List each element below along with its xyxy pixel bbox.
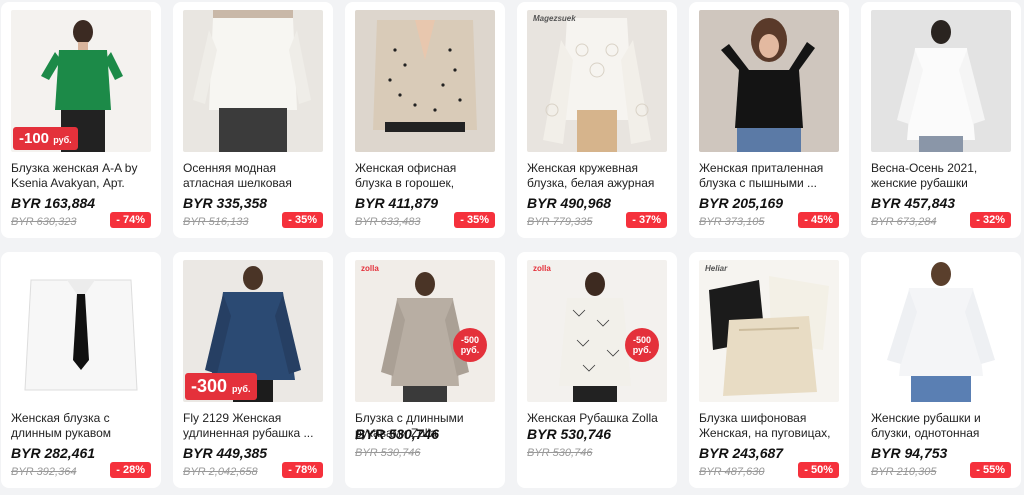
product-photo — [527, 10, 667, 152]
product-image[interactable] — [871, 260, 1011, 402]
old-price: BYR 487,630 — [699, 466, 765, 478]
product-card[interactable]: zolla -500 руб. Блузка с длинными рукавам… — [345, 252, 505, 488]
product-photo — [871, 10, 1011, 152]
brand-watermark: Magezsuek — [533, 14, 576, 23]
discount-badge: - 32% — [970, 212, 1011, 228]
product-title[interactable]: Женская офисная блузка в горошек, хлопко… — [355, 161, 495, 191]
brand-logo: zolla — [361, 264, 379, 273]
product-card[interactable]: zolla -500 руб. Женская Рубашка Zolla BYR… — [517, 252, 677, 488]
product-title[interactable]: Блузка шифоновая Женская, на пуговицах, … — [699, 411, 839, 441]
product-price: BYR 411,879 — [355, 195, 439, 211]
product-image[interactable]: -100 руб. — [11, 10, 151, 152]
brand-watermark: Heliar — [705, 264, 728, 273]
product-card[interactable]: Женская офисная блузка в горошек, хлопко… — [345, 2, 505, 238]
product-card[interactable]: -100 руб. Блузка женская A-A by Ksenia A… — [1, 2, 161, 238]
product-image[interactable]: -300 руб. — [183, 260, 323, 402]
discount-badge: - 35% — [454, 212, 495, 228]
product-price: BYR 163,884 — [11, 195, 96, 211]
product-title[interactable]: Женская блузка с длинным рукавом EBAIHUI… — [11, 411, 151, 441]
product-title[interactable]: Женские рубашки и блузки, однотонная Сво… — [871, 411, 1011, 441]
product-image[interactable]: zolla -500 руб. — [527, 260, 667, 402]
promo-tag: -100 руб. — [13, 127, 78, 150]
old-price: BYR 673,284 — [871, 216, 937, 228]
discount-badge: - 50% — [798, 462, 839, 478]
product-photo — [355, 10, 495, 152]
product-price: BYR 490,968 — [527, 195, 612, 211]
discount-badge: - 28% — [110, 462, 151, 478]
product-image[interactable] — [355, 10, 495, 152]
product-card[interactable]: Heliar Блузка шифоновая Женская, на пуго… — [689, 252, 849, 488]
old-price: BYR 2,042,658 — [183, 466, 258, 478]
promo-bubble: -500 руб. — [625, 328, 659, 362]
product-photo — [699, 260, 839, 402]
discount-badge: - 45% — [798, 212, 839, 228]
product-title[interactable]: Женская приталенная блузка с пышными ... — [699, 161, 839, 191]
product-title[interactable]: Блузка женская A-A by Ksenia Avakyan, Ар… — [11, 161, 151, 191]
product-price: BYR 282,461 — [11, 445, 96, 461]
product-title[interactable]: Весна-Осень 2021, женские рубашки Beiyin… — [871, 161, 1011, 191]
product-photo — [183, 10, 323, 152]
product-title[interactable]: Fly 2129 Женская удлиненная рубашка ... — [183, 411, 323, 441]
promo-tag: -300 руб. — [185, 373, 257, 400]
product-price: BYR 335,358 — [183, 195, 268, 211]
product-price: BYR 530,746 — [527, 426, 612, 442]
discount-badge: - 74% — [110, 212, 151, 228]
old-price: BYR 530,746 — [355, 447, 421, 459]
product-image[interactable] — [11, 260, 151, 402]
discount-badge: - 35% — [282, 212, 323, 228]
product-card[interactable]: Женская приталенная блузка с пышными ...… — [689, 2, 849, 238]
old-price: BYR 630,323 — [11, 216, 77, 228]
promo-bubble: -500 руб. — [453, 328, 487, 362]
discount-badge: - 78% — [282, 462, 323, 478]
product-photo — [11, 260, 151, 402]
product-image[interactable]: Magezsuek — [527, 10, 667, 152]
product-photo — [871, 260, 1011, 402]
product-card[interactable]: Magezsuek Женская кружевная блузка, бела… — [517, 2, 677, 238]
product-card[interactable]: Осенняя модная атласная шелковая рубашка… — [173, 2, 333, 238]
old-price: BYR 633,483 — [355, 216, 421, 228]
product-card[interactable]: -300 руб. Fly 2129 Женская удлиненная ру… — [173, 252, 333, 488]
product-price: BYR 530,746 — [355, 426, 440, 442]
product-price: BYR 94,753 — [871, 445, 948, 461]
old-price: BYR 373,105 — [699, 216, 765, 228]
product-image[interactable] — [699, 10, 839, 152]
product-price: BYR 449,385 — [183, 445, 268, 461]
brand-logo: zolla — [533, 264, 551, 273]
discount-badge: - 37% — [626, 212, 667, 228]
product-price: BYR 243,687 — [699, 445, 784, 461]
product-card[interactable]: Весна-Осень 2021, женские рубашки Beiyin… — [861, 2, 1021, 238]
product-image[interactable]: zolla -500 руб. — [355, 260, 495, 402]
old-price: BYR 530,746 — [527, 447, 593, 459]
product-image[interactable]: Heliar — [699, 260, 839, 402]
product-title[interactable]: Женская кружевная блузка, белая ажурная … — [527, 161, 667, 191]
product-card[interactable]: Женская блузка с длинным рукавом EBAIHUI… — [1, 252, 161, 488]
product-photo — [699, 10, 839, 152]
product-card[interactable]: Женские рубашки и блузки, однотонная Сво… — [861, 252, 1021, 488]
old-price: BYR 779,335 — [527, 216, 593, 228]
product-image[interactable] — [183, 10, 323, 152]
old-price: BYR 516,133 — [183, 216, 249, 228]
product-price: BYR 205,169 — [699, 195, 784, 211]
product-title[interactable]: Осенняя модная атласная шелковая рубашка… — [183, 161, 323, 191]
old-price: BYR 392,364 — [11, 466, 77, 478]
discount-badge: - 55% — [970, 462, 1011, 478]
product-price: BYR 457,843 — [871, 195, 956, 211]
product-image[interactable] — [871, 10, 1011, 152]
old-price: BYR 210,305 — [871, 466, 937, 478]
